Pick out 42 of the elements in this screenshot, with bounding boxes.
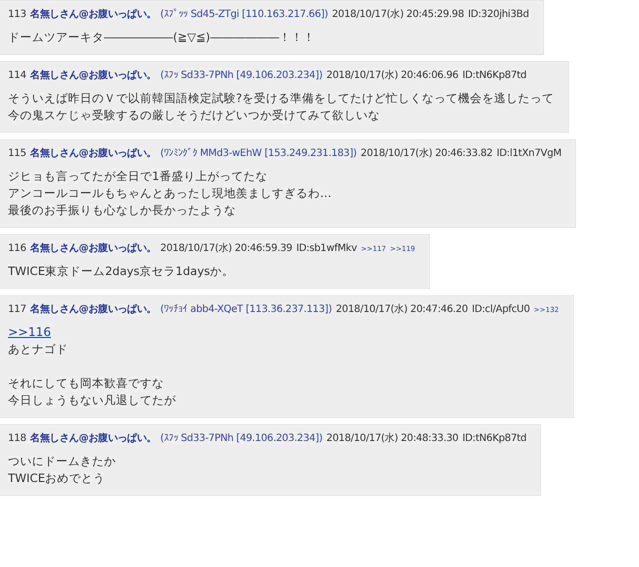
poster-id: ID:tN6Kp87td — [462, 70, 526, 81]
poster-name: 名無しさん@お腹いっぱい。 — [30, 68, 156, 82]
post-text: TWICE東京ドーム2days京セラ1daysか。 — [8, 263, 236, 280]
poster-info: (ﾜｯﾁｮｲ abb4-XQeT [113.36.237.113]) — [160, 303, 332, 315]
poster-name: 名無しさん@お腹いっぱい。 — [30, 8, 156, 21]
poster-id: ID:320jhi3Bd — [468, 9, 529, 20]
poster-info: (ｽﾌｯ Sd33-7PNh [49.106.203.234]) — [160, 69, 322, 81]
post-number: 118 — [8, 433, 26, 444]
post-date: 2018/10/17(水) 20:46:06.96 — [326, 68, 458, 82]
post-number: 117 — [8, 304, 26, 315]
post-number: 116 — [8, 243, 26, 254]
post-number: 114 — [8, 70, 26, 81]
post-text: 最後のお手振りも心なしか長かったような — [8, 202, 237, 219]
poster-name: 名無しさん@お腹いっぱい。 — [30, 302, 156, 316]
post-text: 今日しょうもない凡退してたが — [8, 392, 177, 409]
poster-info: (ﾜﾝﾐﾝｸﾞｸ MMd3-wEhW [153.249.231.183]) — [160, 147, 357, 159]
poster-name: 名無しさん@お腹いっぱい。 — [30, 146, 156, 160]
post-date: 2018/10/17(水) 20:46:33.82 — [360, 146, 493, 160]
post-text: ジヒョも言ってたが全日で1番盛り上がってたな — [8, 168, 268, 185]
post-date: 2018/10/17(水) 20:47:46.20 — [336, 302, 468, 316]
poster-id: ID:cl/ApfcU0 — [472, 304, 530, 315]
post-date: 2018/10/17(水) 20:46:59.39 — [160, 242, 292, 255]
post-date: 2018/10/17(水) 20:48:33.30 — [326, 432, 458, 445]
post-text: TWICEおめでとう — [8, 470, 106, 487]
poster-id: ID:l1tXn7VgM — [496, 148, 562, 159]
post-text: ドームツアーキタ――――――(≧▽≦)――――――！！！ — [8, 29, 316, 46]
poster-name: 名無しさん@お腹いっぱい。 — [30, 242, 156, 255]
post-number: 115 — [8, 148, 26, 159]
quote-link[interactable]: >>116 — [8, 324, 52, 341]
post-text: それにしても岡本歓喜ですな — [8, 375, 165, 392]
post-text: あとナゴド — [8, 341, 69, 358]
post-number: 113 — [8, 9, 26, 20]
poster-info: (ｽﾌﾟｯｯ Sd45-ZTgi [110.163.217.66]) — [160, 8, 328, 20]
poster-id: ID:tN6Kp87td — [462, 433, 526, 444]
post-text: ついにドームきたか — [8, 453, 117, 470]
poster-id: ID:sb1wfMkv — [296, 243, 357, 254]
post-text: アンコールコールもちゃんとあったし現地羨ましすぎるわ… — [8, 185, 332, 202]
poster-info: (ｽﾌｯ Sd33-7PNh [49.106.203.234]) — [160, 432, 322, 444]
post-date: 2018/10/17(水) 20:45:29.98 — [332, 8, 464, 21]
post-text: そういえば昨日のＶで以前韓国語検定試験?を受ける準備をしてたけど忙しくなって機会を逃したって — [8, 90, 554, 107]
poster-name: 名無しさん@お腹いっぱい。 — [30, 432, 156, 445]
post-text: 今の鬼スケじゃ受験するの厳しそうだけどいつか受けてみて欲しいな — [8, 107, 381, 124]
